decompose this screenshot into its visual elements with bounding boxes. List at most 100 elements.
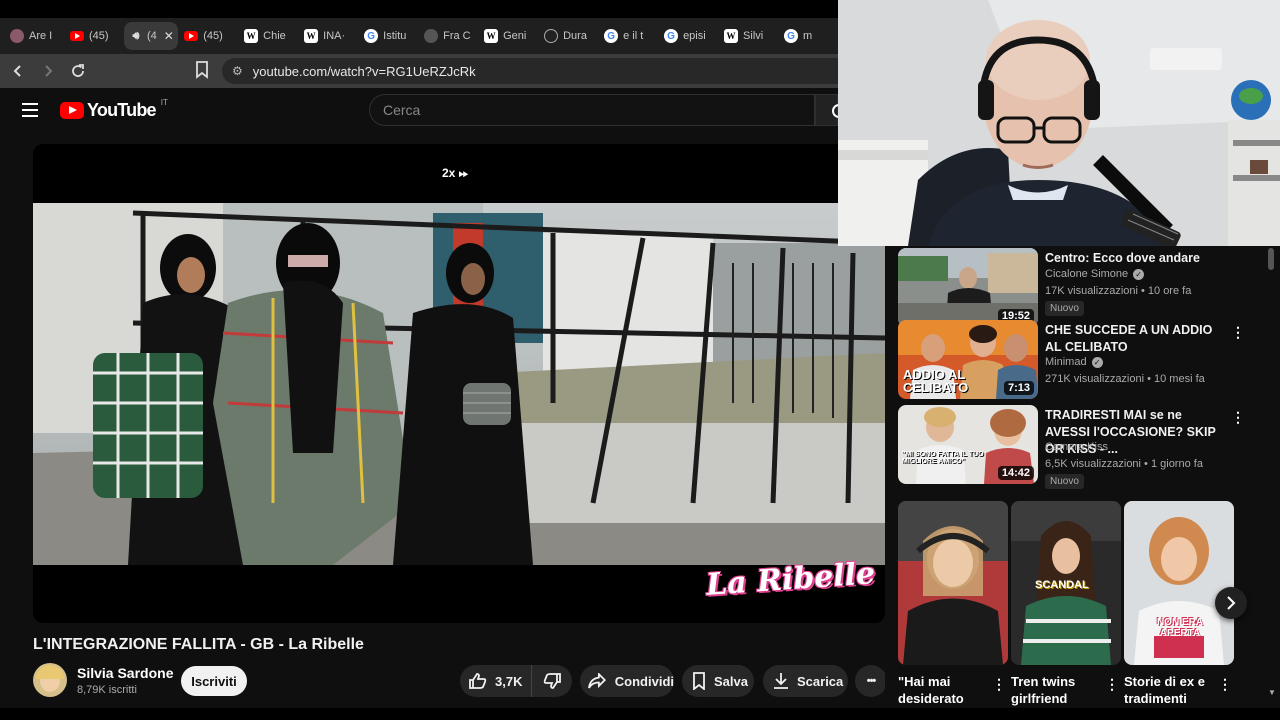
- window-top-strip: [0, 0, 838, 18]
- search-button[interactable]: [815, 94, 846, 126]
- bookmark-icon[interactable]: [195, 61, 213, 81]
- share-icon: [588, 673, 606, 689]
- browser-tab[interactable]: W Geni: [478, 22, 538, 50]
- thumbnail-text: ADDIO AL CELIBATO: [903, 367, 969, 395]
- youtube-logo[interactable]: YouTube IT: [60, 98, 168, 121]
- next-shorts-button[interactable]: [1215, 587, 1247, 619]
- browser-tab[interactable]: G Istitu: [358, 22, 418, 50]
- new-badge: Nuovo: [1045, 474, 1084, 489]
- wikipedia-icon: W: [304, 29, 319, 43]
- scroll-down-arrow-icon[interactable]: ▼: [1268, 688, 1276, 697]
- channel-name[interactable]: Camera Kiss: [1045, 441, 1108, 453]
- video-duration: 7:13: [1003, 381, 1034, 395]
- browser-tab[interactable]: W Chie: [238, 22, 298, 50]
- share-button[interactable]: Condividi: [580, 665, 674, 697]
- short-thumbnail[interactable]: [898, 501, 1008, 665]
- youtube-icon: [184, 31, 199, 41]
- reload-icon: [72, 64, 84, 77]
- video-title: L'INTEGRAZIONE FALLITA - GB - La Ribelle: [33, 636, 364, 653]
- channel-name[interactable]: Minimad ✓: [1045, 356, 1103, 368]
- wikipedia-icon: W: [244, 29, 259, 43]
- verified-icon: ✓: [1091, 356, 1103, 368]
- video-player[interactable]: 2x ⏩︎ La Ribelle: [33, 144, 885, 623]
- browser-tab[interactable]: (45): [178, 22, 238, 50]
- video-title[interactable]: CHE SUCCEDE A UN ADDIO AL CELIBATO: [1045, 322, 1223, 356]
- more-options-icon[interactable]: ⋮: [1231, 409, 1245, 426]
- url-field[interactable]: ⚙︎ youtube.com/watch?v=RG1UeRZJcRk: [222, 58, 838, 84]
- browser-tab[interactable]: Gepisi: [658, 22, 718, 50]
- recommendation-item[interactable]: "MI SONO FATTA IL TUO MIGLIORE AMICO" 14…: [898, 405, 1268, 489]
- channel-name[interactable]: Cicalone Simone ✓: [1045, 268, 1145, 280]
- browser-tab-active[interactable]: 🔊︎ (4 ✕: [123, 22, 179, 50]
- dislike-button[interactable]: [532, 665, 572, 697]
- site-icon: [544, 29, 559, 43]
- more-options-icon[interactable]: ⋮: [1231, 324, 1245, 341]
- address-bar: ⚙︎ youtube.com/watch?v=RG1UeRZJcRk: [0, 54, 838, 88]
- bottom-black-bar: [0, 708, 1280, 720]
- video-title[interactable]: Centro: Ecco dove andare: [1045, 250, 1223, 267]
- globe-icon: [424, 29, 439, 43]
- video-meta: 6,5K visualizzazioni • 1 giorno fa: [1045, 458, 1203, 470]
- forward-button[interactable]: [36, 59, 60, 83]
- short-thumbnail[interactable]: SCANDAL: [1011, 501, 1121, 665]
- back-button[interactable]: [6, 59, 30, 83]
- google-icon: G: [604, 29, 619, 43]
- browser-tab[interactable]: Fra C: [418, 22, 478, 50]
- new-badge: Nuovo: [1045, 301, 1084, 316]
- browser-tab[interactable]: Dura: [538, 22, 598, 50]
- browser-tab[interactable]: W Silvi: [718, 22, 778, 50]
- short-title[interactable]: Tren twins girlfriend: [1011, 673, 1101, 707]
- recommendation-item[interactable]: 19:52 Centro: Ecco dove andare Cicalone …: [898, 248, 1268, 328]
- video-meta: 271K visualizzazioni • 10 mesi fa: [1045, 373, 1205, 385]
- youtube-play-icon: [60, 102, 84, 119]
- video-thumbnail[interactable]: "MI SONO FATTA IL TUO MIGLIORE AMICO" 14…: [898, 405, 1038, 484]
- download-button[interactable]: Scarica: [763, 665, 848, 697]
- like-button[interactable]: 3,7K: [460, 665, 532, 697]
- more-actions-button[interactable]: •••: [855, 665, 887, 697]
- wikipedia-icon: W: [724, 29, 739, 43]
- channel-name[interactable]: Silvia Sardone: [77, 665, 173, 681]
- thumbnail-text: SCANDAL: [1035, 579, 1089, 591]
- verified-icon: ✓: [1133, 268, 1145, 280]
- short-thumbnail[interactable]: NON ERA APERTA: [1124, 501, 1234, 665]
- browser-tab[interactable]: (45): [64, 22, 124, 50]
- browser-tab[interactable]: W INA·: [298, 22, 358, 50]
- video-thumbnail[interactable]: 19:52: [898, 248, 1038, 327]
- short-title[interactable]: "Hai mai desiderato: [898, 673, 988, 707]
- download-icon: [774, 673, 788, 689]
- recommendation-item[interactable]: ADDIO AL CELIBATO 7:13 CHE SUCCEDE A UN …: [898, 320, 1268, 400]
- forward-arrow-icon: [45, 65, 53, 77]
- more-options-icon[interactable]: ⋮: [992, 676, 1006, 693]
- site-settings-icon[interactable]: ⚙︎: [232, 64, 243, 78]
- scrollbar-thumb[interactable]: [1268, 248, 1274, 270]
- browser-tab[interactable]: Ge il t: [598, 22, 658, 50]
- short-title[interactable]: Storie di ex e tradimenti: [1124, 673, 1214, 707]
- avatar-icon: [10, 29, 24, 43]
- more-options-icon[interactable]: ⋮: [1218, 676, 1232, 693]
- save-button[interactable]: Salva: [682, 665, 754, 697]
- menu-icon[interactable]: [22, 103, 38, 117]
- google-icon: G: [364, 29, 379, 43]
- subscribe-button[interactable]: Iscriviti: [181, 666, 247, 696]
- like-dislike-group: 3,7K: [460, 665, 572, 697]
- video-duration: 14:42: [997, 466, 1034, 480]
- video-thumbnail[interactable]: ADDIO AL CELIBATO 7:13: [898, 320, 1038, 399]
- search-input[interactable]: [383, 102, 814, 118]
- channel-avatar[interactable]: [33, 663, 67, 697]
- like-count: 3,7K: [495, 673, 523, 689]
- back-arrow-icon: [13, 65, 21, 77]
- reload-button[interactable]: [66, 59, 90, 83]
- thumbnail-text: "MI SONO FATTA IL TUO MIGLIORE AMICO": [902, 451, 984, 465]
- more-options-icon[interactable]: ⋮: [1105, 676, 1119, 693]
- tab-strip: Are I (45) 🔊︎ (4 ✕ (45) W Chie W INA· G Istit…: [0, 18, 838, 54]
- close-tab-icon[interactable]: ✕: [164, 29, 174, 43]
- search-box[interactable]: [369, 94, 815, 126]
- browser-tab[interactable]: Gm: [778, 22, 838, 50]
- chevron-right-icon: [1227, 596, 1236, 610]
- speaker-icon[interactable]: 🔊︎: [130, 29, 142, 43]
- wikipedia-icon: W: [484, 29, 499, 43]
- subscriber-count: 8,79K iscritti: [77, 684, 137, 696]
- recommendations-sidebar: 19:52 Centro: Ecco dove andare Cicalone …: [885, 246, 1280, 720]
- bookmark-save-icon: [693, 672, 705, 690]
- browser-tab[interactable]: Are I: [4, 22, 64, 50]
